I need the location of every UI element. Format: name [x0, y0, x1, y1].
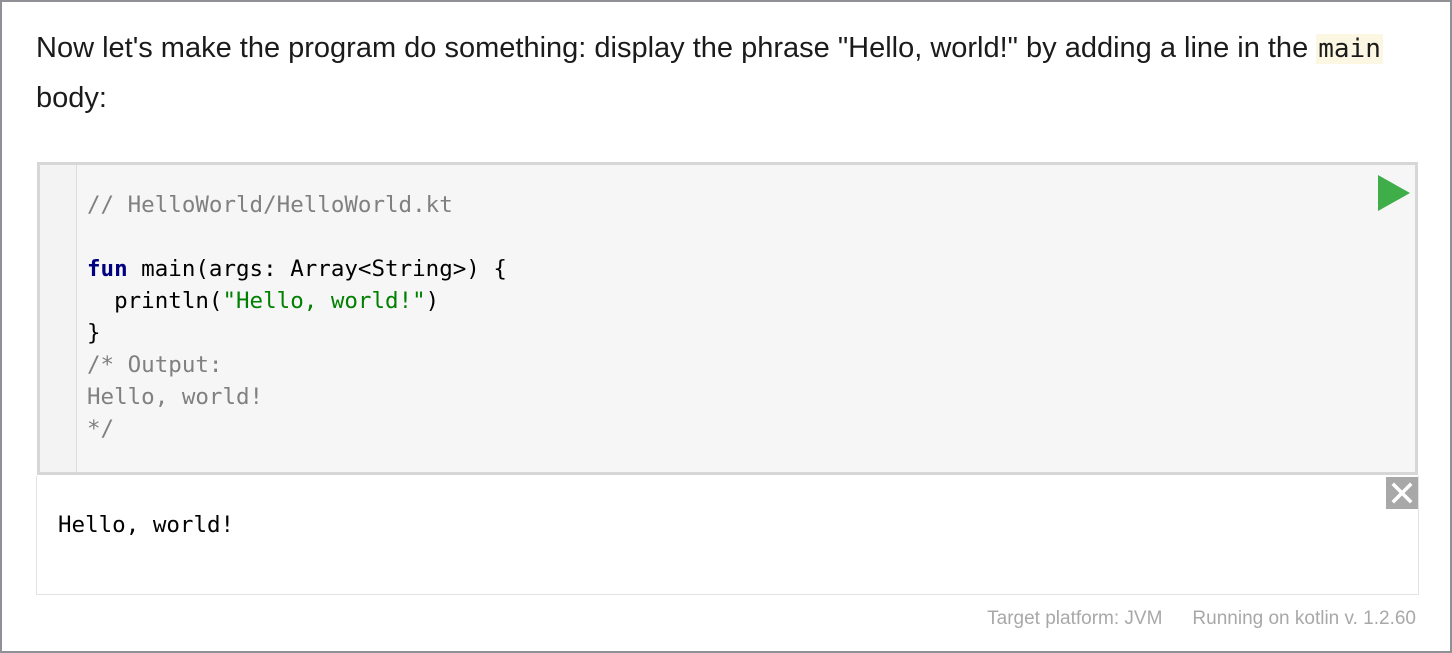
- println-call: println(: [114, 288, 223, 314]
- keyword-fun: fun: [87, 256, 128, 282]
- output-panel: Hello, world!: [36, 476, 1419, 595]
- code-line-4: println("Hello, world!"): [87, 285, 507, 317]
- code-line-3: fun main(args: Array<String>) {: [87, 253, 507, 285]
- code-area[interactable]: // HelloWorld/HelloWorld.kt fun main(args…: [87, 189, 507, 445]
- code-line-1: // HelloWorld/HelloWorld.kt: [87, 192, 453, 218]
- code-line-5: }: [87, 320, 101, 346]
- code-line-8: */: [87, 416, 115, 442]
- println-close: ): [425, 288, 440, 314]
- footer-info: Target platform: JVM Running on kotlin v.…: [987, 608, 1416, 630]
- string-literal: "Hello, world!": [222, 288, 426, 314]
- output-text: Hello, world!: [58, 512, 235, 538]
- inline-code-main: main: [1316, 34, 1383, 64]
- close-output-button[interactable]: [1386, 477, 1418, 509]
- run-button[interactable]: [1376, 173, 1412, 213]
- target-platform-label: Target platform: JVM: [987, 608, 1163, 629]
- close-icon: [1391, 482, 1413, 504]
- intro-text-after: body:: [36, 82, 107, 114]
- intro-paragraph: Now let's make the program do something:…: [36, 24, 1426, 123]
- editor-gutter: [40, 165, 77, 472]
- kotlin-version-label: Running on kotlin v. 1.2.60: [1192, 608, 1416, 629]
- page-frame: Now let's make the program do something:…: [0, 0, 1452, 653]
- code-line-7: Hello, world!: [87, 384, 264, 410]
- play-icon: [1378, 175, 1410, 211]
- intro-text-before: Now let's make the program do something:…: [36, 32, 1317, 64]
- code-line-6: /* Output:: [87, 352, 223, 378]
- main-signature: main(args: Array<String>) {: [127, 256, 507, 282]
- code-editor[interactable]: // HelloWorld/HelloWorld.kt fun main(args…: [37, 162, 1418, 475]
